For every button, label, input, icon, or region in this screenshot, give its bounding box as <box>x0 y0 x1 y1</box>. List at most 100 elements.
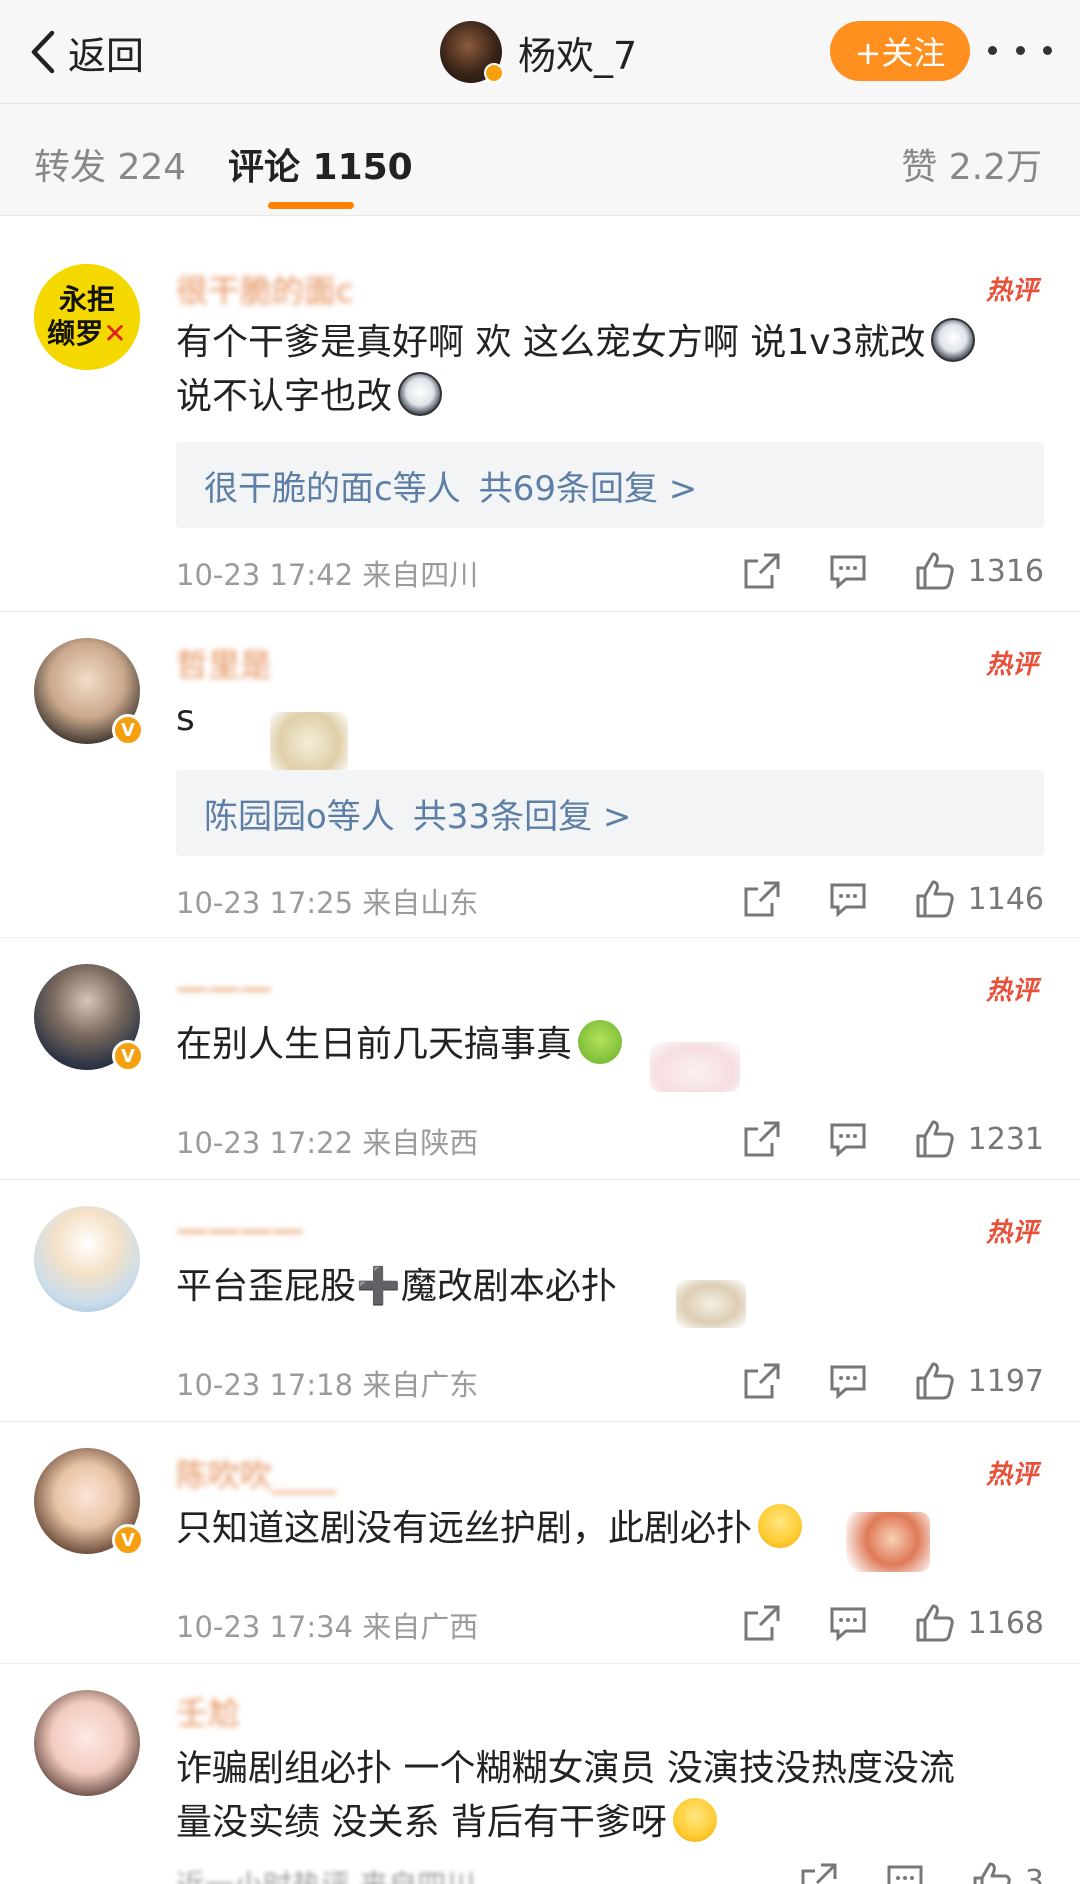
comment-meta: 10-23 17:42 来自四川 <box>176 558 479 592</box>
comment-icon[interactable] <box>828 1361 868 1401</box>
comment-text: 在别人生日前几天搞事真 <box>176 1018 1046 1072</box>
sticker-decoration <box>676 1280 746 1328</box>
like-count: 1168 <box>967 1605 1044 1641</box>
avatar[interactable]: V <box>34 964 144 1072</box>
tears-of-joy-emoji-icon <box>672 1798 717 1842</box>
comment-username[interactable]: 一一一一 <box>176 1208 304 1254</box>
comment-meta: 10-23 17:25 来自山东 <box>176 886 479 920</box>
husky-emoji-icon <box>398 372 443 416</box>
thumbs-up-icon <box>916 552 954 590</box>
tab-comments[interactable]: 评论 1150 <box>228 138 413 190</box>
follow-button[interactable]: +关注 <box>830 21 970 81</box>
share-icon[interactable] <box>742 1119 782 1159</box>
avatar[interactable]: 永拒 缬罗✕ <box>34 264 140 370</box>
hot-comment-badge: 热评 <box>985 650 1038 680</box>
comment-meta: 10-23 17:18 来自广东 <box>176 1368 479 1402</box>
thumbs-up-icon <box>916 1120 954 1158</box>
share-icon[interactable] <box>799 1861 839 1884</box>
active-tab-indicator <box>268 202 354 209</box>
comment-icon[interactable] <box>828 879 868 919</box>
like-count: 1197 <box>967 1363 1044 1399</box>
sick-face-emoji-icon <box>578 1020 623 1064</box>
comment-text: 有个干爹是真好啊 欢 这么宠女方啊 说1v3就改 说不认字也改 <box>176 316 1046 424</box>
tab-repost[interactable]: 转发 224 <box>34 138 186 190</box>
comment-actions: 1197 <box>696 1358 1044 1404</box>
comment-item: V 一一一 热评 在别人生日前几天搞事真 10-23 17:22 来自陕西 12… <box>0 938 1080 1180</box>
comment-actions: 1146 <box>696 876 1044 922</box>
tears-of-joy-emoji-icon <box>758 1504 803 1548</box>
back-label: 返回 <box>68 33 145 78</box>
avatar[interactable] <box>34 1206 140 1312</box>
comment-icon[interactable] <box>885 1861 925 1884</box>
comment-username[interactable]: 很干脆的面c <box>176 266 354 312</box>
chevron-left-icon <box>31 30 55 74</box>
comment-username[interactable]: 一一一 <box>176 966 272 1012</box>
comment-username[interactable]: 陈吹吹____ <box>176 1450 336 1496</box>
like-count: 1146 <box>967 881 1044 917</box>
hot-comment-badge: 热评 <box>985 276 1038 306</box>
comment-item: 壬尬 诈骗剧组必扑 一个糊糊女演员 没演技没热度没流 量没实绩 没关系 背后有干… <box>0 1664 1080 1884</box>
like-button[interactable]: 1231 <box>914 1118 1044 1160</box>
comment-text: 平台歪屁股➕魔改剧本必扑 <box>176 1266 617 1307</box>
like-button[interactable]: 3 <box>971 1860 1044 1884</box>
comment-item: 一一一一 热评 平台歪屁股➕魔改剧本必扑 10-23 17:18 来自广东 11… <box>0 1180 1080 1422</box>
comment-meta: 10-23 17:34 来自广西 <box>176 1610 479 1644</box>
verified-badge-icon: V <box>112 714 144 746</box>
like-count: 1231 <box>967 1121 1044 1157</box>
thumbs-up-icon <box>973 1862 1011 1884</box>
reply-count-link[interactable]: 共33条回复 > <box>413 789 632 838</box>
husky-emoji-icon <box>931 318 976 362</box>
comment-icon[interactable] <box>828 551 868 591</box>
comment-actions: 3 <box>753 1858 1044 1884</box>
like-button[interactable]: 1146 <box>914 878 1044 920</box>
thumbs-up-icon <box>916 880 954 918</box>
like-button[interactable]: 1316 <box>914 550 1044 592</box>
like-button[interactable]: 1168 <box>914 1602 1044 1644</box>
share-icon[interactable] <box>742 1361 782 1401</box>
comment-icon[interactable] <box>828 1603 868 1643</box>
comment-icon[interactable] <box>828 1119 868 1159</box>
back-button[interactable]: 返回 <box>26 24 144 80</box>
comment-meta: 10-23 17:22 来自陕西 <box>176 1126 479 1160</box>
comment-username[interactable]: 壬尬 <box>176 1688 240 1734</box>
sticker-decoration <box>650 1042 740 1092</box>
comment-item: 永拒 缬罗✕ 很干脆的面c 热评 有个干爹是真好啊 欢 这么宠女方啊 说1v3就… <box>0 216 1080 612</box>
verified-badge-icon: V <box>112 1040 144 1072</box>
post-author[interactable]: 杨欢_7 <box>440 20 637 84</box>
share-icon[interactable] <box>742 1603 782 1643</box>
comment-actions: 1316 <box>696 548 1044 594</box>
reply-count-link[interactable]: 共69条回复 > <box>479 461 698 510</box>
comment-text: 诈骗剧组必扑 一个糊糊女演员 没演技没热度没流 量没实绩 没关系 背后有干爹呀 <box>176 1748 955 1843</box>
share-icon[interactable] <box>742 879 782 919</box>
author-name[interactable]: 杨欢_7 <box>518 25 637 80</box>
like-count: 1316 <box>967 553 1044 589</box>
like-button[interactable]: 1197 <box>914 1360 1044 1402</box>
reply-summary[interactable]: 很干脆的面c等人 共69条回复 > <box>176 442 1044 528</box>
share-icon[interactable] <box>742 551 782 591</box>
comment-username[interactable]: 哲里是 <box>176 640 272 686</box>
avatar[interactable]: V <box>34 1448 144 1556</box>
comment-actions: 1231 <box>696 1116 1044 1162</box>
reply-names[interactable]: 很干脆的面c等人 <box>204 461 461 510</box>
like-count: 3 <box>1024 1863 1044 1884</box>
sticker-decoration <box>846 1512 930 1572</box>
avatar-text: 缬罗✕ <box>47 317 127 350</box>
thumbs-up-icon <box>916 1362 954 1400</box>
more-options-icon[interactable] <box>988 30 1052 70</box>
avatar[interactable]: V <box>34 638 144 746</box>
avatar-text: 永拒 <box>58 283 115 316</box>
comment-meta: 近一小时热评 来自四川 <box>176 1862 475 1884</box>
hot-comment-badge: 热评 <box>985 976 1038 1006</box>
verified-badge-icon: V <box>112 1524 144 1556</box>
top-nav-bar: 返回 杨欢_7 +关注 <box>0 0 1080 104</box>
verified-badge-icon <box>484 63 504 83</box>
avatar[interactable] <box>34 1690 140 1796</box>
comment-actions: 1168 <box>696 1600 1044 1646</box>
tab-likes[interactable]: 赞 2.2万 <box>901 138 1042 190</box>
reply-summary[interactable]: 陈园园o等人 共33条回复 > <box>176 770 1044 856</box>
comment-item: V 哲里是 热评 s 陈园园o等人 共33条回复 > 10-23 17:25 来… <box>0 612 1080 938</box>
avatar[interactable] <box>440 21 504 83</box>
sticker-decoration <box>270 712 348 774</box>
post-tabs: 转发 224 评论 1150 赞 2.2万 <box>0 104 1080 216</box>
reply-names[interactable]: 陈园园o等人 <box>204 789 395 838</box>
